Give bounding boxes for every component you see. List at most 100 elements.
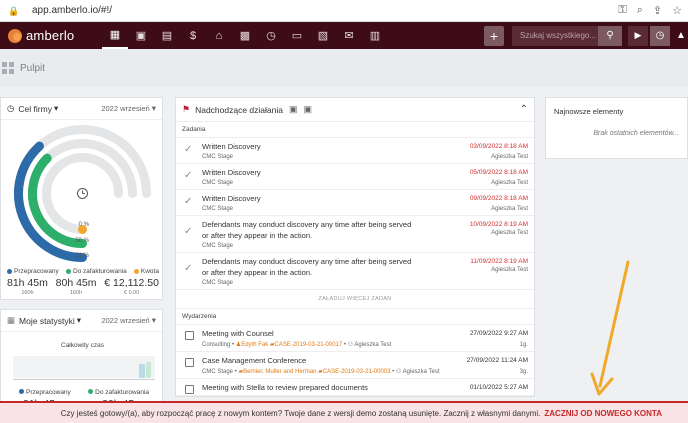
check-icon[interactable]: ✓ bbox=[184, 263, 192, 274]
legend-worked: Przepracowany bbox=[19, 389, 71, 396]
event-date: 27/09/2022 11:24 AM bbox=[466, 357, 528, 364]
calendar-icon[interactable]: ▩ bbox=[232, 22, 258, 49]
task-stage: CMC Stage bbox=[202, 154, 234, 160]
documents-icon[interactable]: $ bbox=[180, 22, 206, 49]
start-new-account-link[interactable]: ZACZNIJ OD NOWEGO KONTA bbox=[544, 409, 662, 418]
latest-empty-message: Brak ostatnich elementów... bbox=[593, 130, 679, 137]
event-client[interactable]: Bernier, Muller and Herman bbox=[243, 369, 316, 375]
task-due-date: 11/09/2022 8:19 AM bbox=[470, 258, 528, 265]
zoom-icon[interactable]: ⌕ bbox=[637, 4, 643, 17]
check-icon[interactable]: ✓ bbox=[184, 144, 192, 155]
share-icon[interactable]: ⇪ bbox=[653, 4, 662, 17]
stats-period-select[interactable]: 2022 wrzesień bbox=[101, 316, 149, 325]
task-item[interactable]: ✓ Written Discovery CMC Stage 03/09/2022… bbox=[176, 138, 534, 164]
load-more-tasks-button[interactable]: ZAŁADUJ WIĘCEJ ZADAŃ bbox=[176, 290, 534, 308]
time-icon[interactable]: ◷ bbox=[258, 22, 284, 49]
legend-amount: Kwota bbox=[133, 268, 159, 275]
event-date: 01/10/2022 5:27 AM bbox=[469, 384, 528, 391]
chart-baseline bbox=[13, 379, 155, 380]
task-stage: CMC Stage bbox=[202, 180, 234, 186]
check-icon[interactable]: ✓ bbox=[184, 196, 192, 207]
add-event-icon[interactable]: ▣ bbox=[304, 104, 313, 115]
app-logo[interactable]: amberlo bbox=[8, 28, 88, 43]
task-item[interactable]: ✓ Written Discovery CMC Stage 05/09/2022… bbox=[176, 164, 534, 190]
stats-card-title[interactable]: Moje statystyki bbox=[19, 316, 75, 326]
task-due-date: 10/09/2022 8:19 AM bbox=[469, 221, 528, 228]
star-icon[interactable]: ☆ bbox=[672, 4, 682, 17]
stats-bar-chart bbox=[13, 356, 155, 378]
event-item[interactable]: Meeting with Stella to review prepared d… bbox=[176, 379, 534, 396]
dropdown-caret-icon[interactable]: ▾ bbox=[152, 315, 156, 326]
global-search-input[interactable]: Szukaj wszystkiego... bbox=[512, 25, 598, 46]
task-assignee: Agieszka Test bbox=[491, 267, 528, 273]
add-time-icon[interactable] bbox=[77, 188, 88, 199]
browser-url[interactable]: app.amberlo.io/#!/ bbox=[32, 5, 112, 16]
play-icon[interactable]: ▶ bbox=[628, 25, 648, 46]
add-task-icon[interactable]: ▣ bbox=[289, 104, 298, 115]
reports-icon[interactable]: ▥ bbox=[362, 22, 388, 49]
key-icon[interactable]: ⚿ bbox=[618, 4, 626, 17]
goal-percentages: 0 % 50 % 51 % bbox=[75, 218, 89, 265]
event-item[interactable]: Meeting with Counsel Consulting • ♟Edyth… bbox=[176, 325, 534, 352]
calendar-icon bbox=[185, 331, 194, 340]
add-button[interactable]: + bbox=[484, 25, 504, 46]
lock-icon: 🔒 bbox=[8, 5, 20, 16]
actions-card-title: Nadchodzące działania bbox=[195, 104, 283, 115]
event-case[interactable]: CASE-2019-03-21-00003 bbox=[323, 369, 391, 375]
tasks-section-label: Zadania bbox=[176, 122, 534, 138]
event-type: CMC Stage bbox=[202, 369, 234, 375]
amberlo-logo-icon bbox=[8, 28, 22, 43]
timer-icon[interactable]: ◷ bbox=[650, 25, 670, 46]
calendar-icon bbox=[185, 358, 194, 367]
bank-icon[interactable]: ⌂ bbox=[206, 22, 232, 49]
contacts-icon[interactable]: ▣ bbox=[128, 22, 154, 49]
page-header: Pulpit bbox=[0, 49, 688, 87]
task-item[interactable]: ✓ Defendants may conduct discovery any t… bbox=[176, 253, 534, 290]
search-icon[interactable]: ⚲ bbox=[598, 25, 622, 46]
latest-items-card: Najnowsze elementy Brak ostatnich elemen… bbox=[545, 97, 688, 159]
goal-period-select[interactable]: 2022 wrzesień bbox=[101, 104, 149, 113]
task-item[interactable]: ✓ Defendants may conduct discovery any t… bbox=[176, 216, 534, 253]
demo-banner: Czy jesteś gotowy/(a), aby rozpocząć pra… bbox=[0, 401, 688, 423]
task-due-date: 03/09/2022 8:18 AM bbox=[469, 143, 528, 150]
event-item[interactable]: Case Management Conference CMC Stage • ▰… bbox=[176, 352, 534, 379]
task-title[interactable]: Written Discovery bbox=[202, 141, 412, 152]
logo-text: amberlo bbox=[26, 28, 75, 43]
check-icon[interactable]: ✓ bbox=[184, 226, 192, 237]
billable-bar bbox=[146, 362, 151, 378]
task-title[interactable]: Defendants may conduct discovery any tim… bbox=[202, 219, 412, 241]
task-assignee: Agieszka Test bbox=[491, 230, 528, 236]
goal-card-title[interactable]: Cel firmy bbox=[18, 104, 52, 114]
task-assignee: Agieszka Test bbox=[491, 206, 528, 212]
amount-target: € 0.00 bbox=[123, 290, 140, 296]
check-icon[interactable]: ✓ bbox=[184, 170, 192, 181]
dashboard-icon[interactable]: ▦ bbox=[102, 22, 128, 49]
task-title[interactable]: Written Discovery bbox=[202, 167, 412, 178]
bell-icon[interactable]: ▲ bbox=[674, 26, 688, 46]
task-title[interactable]: Defendants may conduct discovery any tim… bbox=[202, 256, 412, 278]
billable-value: 80h 45m bbox=[55, 277, 97, 289]
legend-worked: Przepracowany bbox=[7, 268, 59, 275]
event-attendee: Agieszka Test bbox=[402, 369, 440, 375]
task-stage: CMC Stage bbox=[202, 206, 234, 212]
users-icon: ⚇ bbox=[347, 342, 354, 348]
total-time-label: Całkowity czas bbox=[61, 342, 104, 349]
goal-legend: Przepracowany Do zafakturowania Kwota bbox=[7, 268, 159, 275]
event-case[interactable]: CASE-2019-03-21-00017 bbox=[275, 342, 343, 348]
dropdown-caret-icon[interactable]: ▾ bbox=[152, 103, 156, 114]
cases-icon[interactable]: ▤ bbox=[154, 22, 180, 49]
latest-card-title: Najnowsze elementy bbox=[554, 107, 624, 116]
mail-icon[interactable]: ✉ bbox=[336, 22, 362, 49]
task-title[interactable]: Written Discovery bbox=[202, 193, 412, 204]
collapse-icon[interactable]: ⌃ bbox=[520, 104, 528, 115]
invoice-icon[interactable]: ▧ bbox=[310, 22, 336, 49]
folder-icon[interactable]: ▭ bbox=[284, 22, 310, 49]
dropdown-caret-icon[interactable]: ▾ bbox=[77, 315, 81, 326]
task-due-date: 05/09/2022 8:18 AM bbox=[469, 169, 528, 176]
event-client[interactable]: Edyth Fak bbox=[241, 342, 268, 348]
dropdown-caret-icon[interactable]: ▾ bbox=[54, 103, 58, 114]
task-item[interactable]: ✓ Written Discovery CMC Stage 09/09/2022… bbox=[176, 190, 534, 216]
event-attendee: Agieszka Test bbox=[354, 342, 392, 348]
worked-percent: 51 % bbox=[75, 253, 89, 259]
amount-value: € 12,112.50 bbox=[104, 277, 159, 289]
